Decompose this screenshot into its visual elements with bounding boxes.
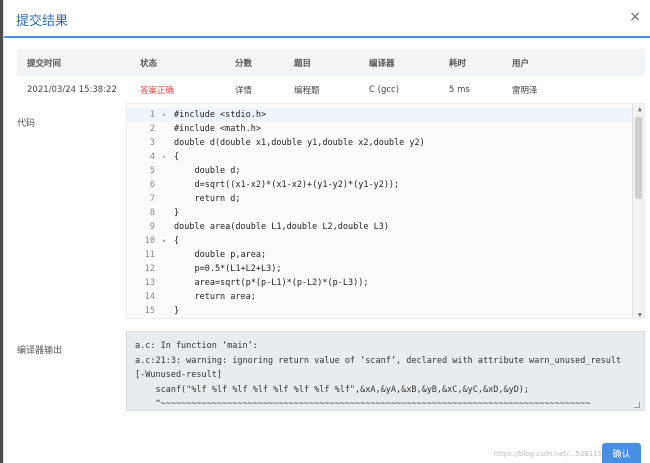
line-number: 7 [149, 194, 155, 204]
scroll-thumb[interactable] [635, 117, 642, 199]
code-text: double d(double x1,double y1,double x2,d… [174, 138, 425, 148]
line-number: 12 [144, 264, 155, 274]
line-number: 1 [149, 110, 155, 120]
code-line: 3 double d(double x1,double y1,double x2,… [127, 136, 634, 150]
code-text: { [174, 152, 180, 162]
score-header: 分数 [225, 49, 284, 76]
compiler-output-box[interactable]: a.c: In function ‘main’: a.c:21:3: warni… [126, 331, 645, 411]
confirm-button[interactable]: 确认 [602, 443, 641, 463]
fold-icon[interactable]: ▾ [162, 234, 166, 248]
submission-result-dialog: 提交结果 × 提交时间 状态 分数 题目 编译器 耗时 用户 2021/03/2… [3, 0, 650, 463]
code-line: 9 double area(double L1,double L2,double … [127, 220, 634, 234]
line-number: 11 [144, 250, 155, 260]
user-cell: 雷明泽 [512, 85, 538, 96]
line-number: 4 [149, 152, 155, 162]
problem-header: 题目 [284, 49, 359, 76]
time-header: 耗时 [439, 49, 502, 76]
code-editor[interactable]: 1 ▾ #include <stdio.h> 2 #include <math.h> 3 d… [126, 103, 645, 319]
code-line: 11 double p,area; [127, 248, 634, 262]
fold-icon[interactable]: ▾ [162, 108, 166, 122]
code-line: 6 d=sqrt((x1-x2)*(x1-x2)+(y1-y2)*(y1-y2)… [127, 178, 634, 192]
line-number: 3 [149, 138, 155, 148]
code-line: 7 return d; [127, 192, 634, 206]
code-scrollbar[interactable]: ▲ ▼ [632, 104, 644, 318]
code-text: double d; [174, 166, 241, 176]
code-line: 2 #include <math.h> [127, 122, 634, 136]
problem-cell: 编程题 [294, 85, 320, 96]
scroll-down-icon[interactable]: ▼ [638, 311, 642, 318]
runtime-cell: 5 ms [449, 84, 470, 95]
watermark-text: https://blog.csdn.net/...53811556 [493, 450, 611, 458]
code-text: return d; [174, 194, 241, 204]
code-text: area=sqrt(p*(p-L1)*(p-L2)*(p-L3)); [174, 278, 369, 288]
code-text: double area(double L1,double L2,double L… [174, 222, 389, 232]
code-line: 14 return area; [127, 290, 634, 304]
line-number: 9 [149, 222, 155, 232]
code-text: double p,area; [174, 250, 267, 260]
compiler-header: 编译器 [359, 49, 439, 76]
line-number: 14 [144, 292, 155, 302]
submit-time-header: 提交时间 [17, 49, 130, 76]
line-number: 15 [144, 306, 155, 316]
submit-time-cell: 2021/03/24 15:38:22 [27, 84, 117, 95]
code-text: } [174, 306, 180, 316]
compiler-output-label: 编译器输出 [17, 346, 63, 356]
dialog-header: 提交结果 × [4, 0, 650, 38]
line-number: 6 [149, 180, 155, 190]
code-line: 15} [127, 304, 634, 318]
textarea-resize-handle[interactable] [634, 402, 640, 408]
code-label: 代码 [17, 119, 36, 129]
code-line: 5 double d; [127, 164, 634, 178]
line-number: 10 [144, 236, 155, 246]
table-row: 2021/03/24 15:38:22 答案正确 详情 编程题 C (gcc) … [17, 76, 645, 103]
code-line: 4 ▾ { [127, 150, 634, 164]
code-line: 12 p=0.5*(L1+L2+L3); [127, 262, 634, 276]
status-badge: 答案正确 [140, 85, 175, 96]
line-number: 8 [149, 208, 155, 218]
compiler-cell: C (gcc) [369, 84, 400, 95]
line-number: 2 [149, 124, 155, 134]
code-line: 13 area=sqrt(p*(p-L1)*(p-L2)*(p-L3)); [127, 276, 634, 290]
code-text: p=0.5*(L1+L2+L3); [174, 264, 282, 274]
code-text: return area; [174, 292, 256, 302]
code-text: #include <math.h> [174, 124, 261, 134]
table-header-row: 提交时间 状态 分数 题目 编译器 耗时 用户 [17, 49, 645, 76]
code-line: 1 ▾ #include <stdio.h> [127, 108, 634, 122]
dialog-title: 提交结果 [16, 14, 69, 29]
code-line: 8} [127, 206, 634, 220]
line-number: 5 [149, 166, 155, 176]
code-text: { [174, 236, 180, 246]
code-line: 10 ▾ { [127, 234, 634, 248]
code-text: d=sqrt((x1-x2)*(x1-x2)+(y1-y2)*(y1-y2)); [174, 180, 400, 190]
code-text: } [174, 208, 180, 218]
close-icon[interactable]: × [629, 9, 641, 25]
fold-icon[interactable]: ▾ [162, 150, 166, 164]
scroll-up-icon[interactable]: ▲ [638, 105, 642, 113]
line-number: 13 [144, 278, 155, 288]
submission-table: 提交时间 状态 分数 题目 编译器 耗时 用户 2021/03/24 15:38… [17, 49, 645, 103]
code-text: #include <stdio.h> [174, 110, 267, 120]
status-header: 状态 [130, 49, 225, 76]
user-header: 用户 [502, 49, 645, 76]
score-details-link[interactable]: 详情 [225, 76, 284, 103]
